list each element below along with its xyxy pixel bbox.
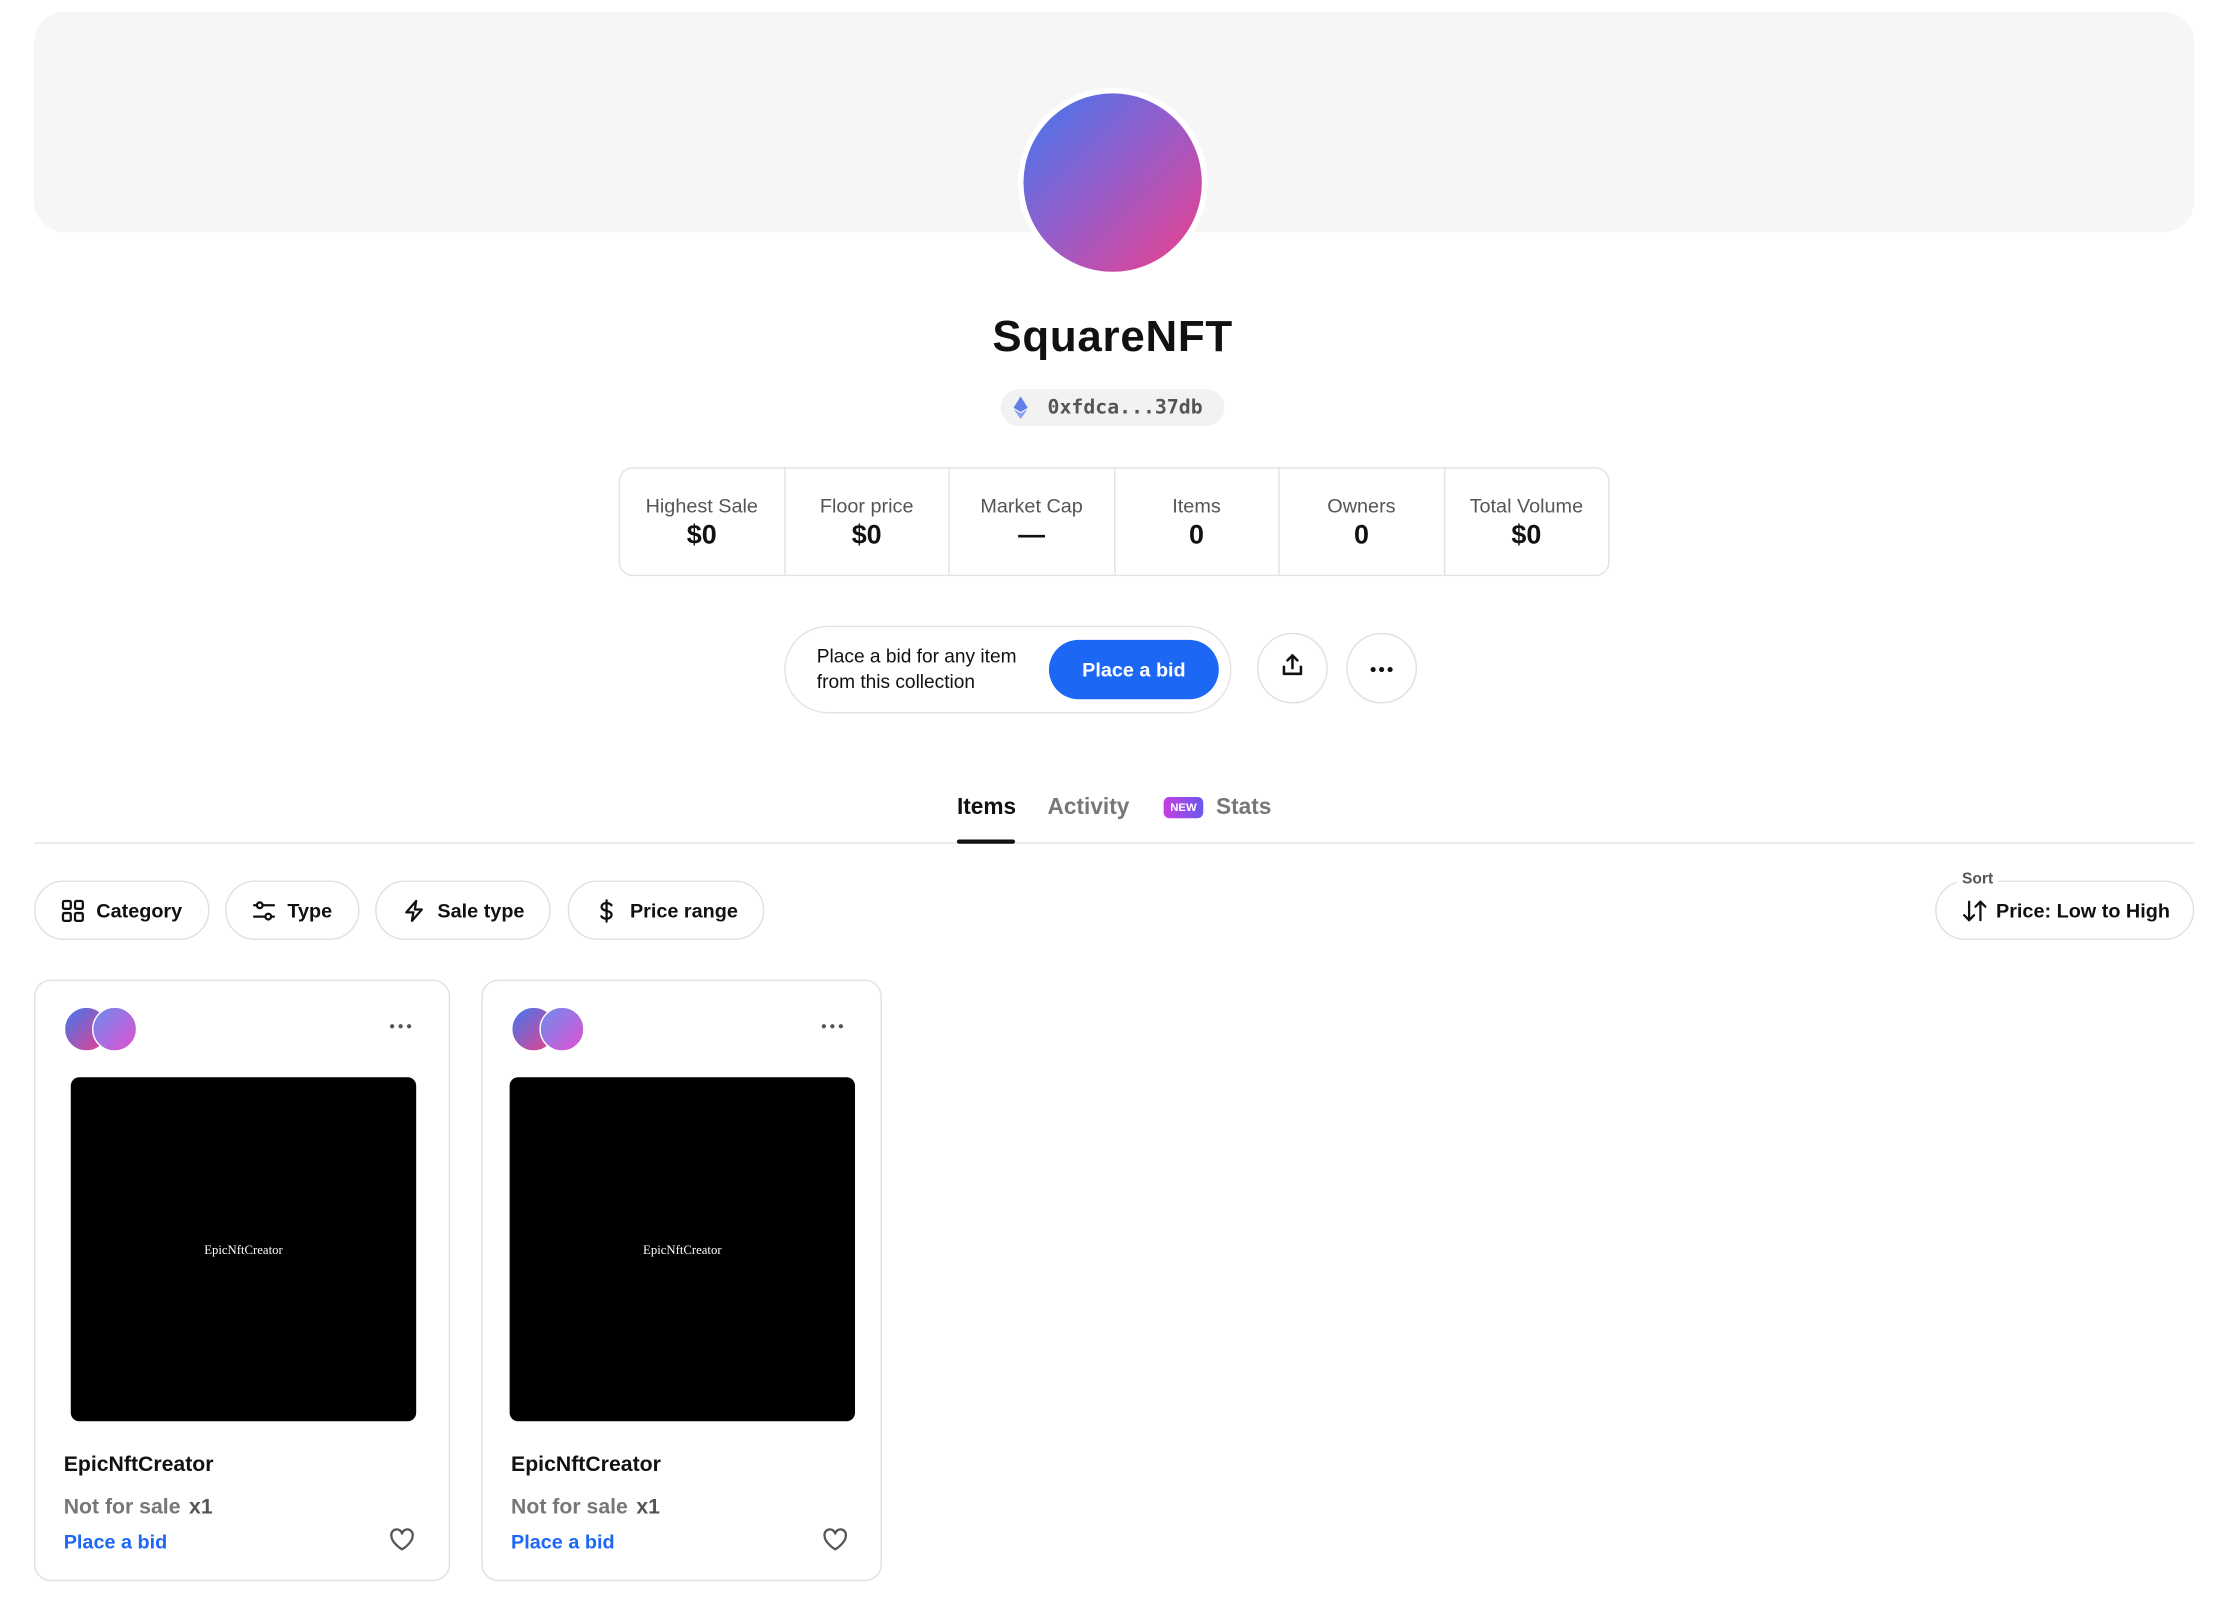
filter-label: Type (287, 898, 333, 922)
stat-items: Items 0 (1115, 468, 1280, 575)
active-tab-indicator (956, 839, 1015, 844)
stat-label: Owners (1327, 494, 1396, 517)
collection-title: SquareNFT (992, 311, 1233, 361)
card-owners (511, 1006, 590, 1052)
filter-sale-type[interactable]: Sale type (375, 880, 552, 940)
collection-avatar (1017, 87, 1208, 278)
stat-value: 0 (1189, 520, 1205, 551)
sort-arrows-icon (1963, 899, 1987, 921)
tabs-divider (33, 842, 2195, 844)
sort-label: Sort (1956, 870, 1999, 888)
stat-value: $0 (851, 520, 882, 551)
nft-name[interactable]: EpicNftCreator (64, 1452, 214, 1476)
nft-sale-status: Not for sale x1 (511, 1495, 660, 1519)
sale-status-text: Not for sale (511, 1494, 628, 1519)
dollar-icon (600, 898, 613, 922)
filter-label: Sale type (437, 898, 525, 922)
nft-sale-status: Not for sale x1 (64, 1495, 213, 1519)
tab-items[interactable]: Items (957, 796, 1016, 821)
stat-market-cap: Market Cap — (950, 468, 1115, 575)
stat-value: — (1018, 520, 1046, 551)
stat-highest-sale: Highest Sale $0 (620, 468, 785, 575)
nft-image-text: EpicNftCreator (204, 1242, 283, 1257)
stat-value: 0 (1353, 520, 1369, 551)
card-more-icon[interactable] (815, 1009, 849, 1043)
tab-activity[interactable]: Activity (1048, 796, 1130, 821)
sort-dropdown[interactable]: Price: Low to High (1935, 880, 2195, 940)
stat-label: Total Volume (1469, 494, 1584, 517)
nft-card[interactable]: EpicNftCreator EpicNftCreator Not for sa… (33, 979, 451, 1582)
nft-quantity: x1 (636, 1494, 660, 1519)
owner-avatar[interactable] (92, 1006, 138, 1052)
contract-address-pill[interactable]: 0xfdca...37db (1000, 389, 1225, 427)
stat-label: Market Cap (980, 494, 1083, 517)
tab-stats[interactable]: Stats (1216, 796, 1271, 821)
filter-category[interactable]: Category (33, 880, 210, 940)
collection-tabs: Items Activity Stats (0, 787, 2214, 844)
stat-floor-price: Floor price $0 (785, 468, 950, 575)
nft-image[interactable]: EpicNftCreator (509, 1077, 856, 1422)
share-button[interactable] (1257, 632, 1328, 704)
nft-name[interactable]: EpicNftCreator (511, 1452, 661, 1476)
ethereum-icon (1013, 396, 1028, 420)
stat-label: Items (1172, 494, 1221, 517)
sale-status-text: Not for sale (63, 1494, 181, 1519)
filter-type[interactable]: Type (225, 880, 360, 940)
stat-total-volume: Total Volume $0 (1445, 469, 1609, 575)
nft-image[interactable]: EpicNftCreator (70, 1077, 417, 1422)
more-options-button[interactable] (1346, 632, 1418, 704)
filter-price-range[interactable]: Price range (567, 880, 765, 940)
contract-address: 0xfdca...37db (1047, 396, 1203, 420)
place-bid-button[interactable]: Place a bid (1048, 639, 1219, 700)
heart-icon[interactable] (389, 1527, 414, 1552)
stats-bar: Highest Sale $0 Floor price $0 Market Ca… (618, 467, 1610, 577)
collection-bid-text: Place a bid for any item from this colle… (816, 645, 1017, 693)
nft-image-text: EpicNftCreator (643, 1242, 722, 1257)
card-place-bid-link[interactable]: Place a bid (511, 1530, 615, 1553)
stat-value: $0 (1511, 520, 1542, 551)
filter-label: Category (96, 898, 183, 922)
stat-value: $0 (686, 520, 717, 551)
sliders-icon (252, 900, 276, 920)
sort-value: Price: Low to High (1995, 898, 2170, 922)
card-more-icon[interactable] (384, 1009, 418, 1043)
collection-page: SquareNFT 0xfdca...37db Highest Sale $0 … (0, 0, 2214, 1600)
collection-bid-panel: Place a bid for any item from this colle… (784, 625, 1232, 714)
owner-avatar[interactable] (539, 1006, 585, 1052)
nft-quantity: x1 (189, 1494, 213, 1519)
card-owners (63, 1006, 143, 1052)
grid-icon (61, 899, 84, 922)
stat-label: Floor price (819, 494, 914, 517)
card-place-bid-link[interactable]: Place a bid (64, 1530, 168, 1553)
more-icon (1369, 655, 1394, 680)
heart-icon[interactable] (822, 1527, 848, 1552)
filter-label: Price range (629, 898, 738, 922)
lightning-icon (405, 899, 423, 922)
share-icon (1280, 652, 1305, 685)
stat-owners: Owners 0 (1280, 468, 1445, 575)
nft-card[interactable]: EpicNftCreator EpicNftCreator Not for sa… (481, 979, 882, 1582)
new-badge: NEW (1163, 796, 1204, 819)
stat-label: Highest Sale (645, 494, 758, 517)
